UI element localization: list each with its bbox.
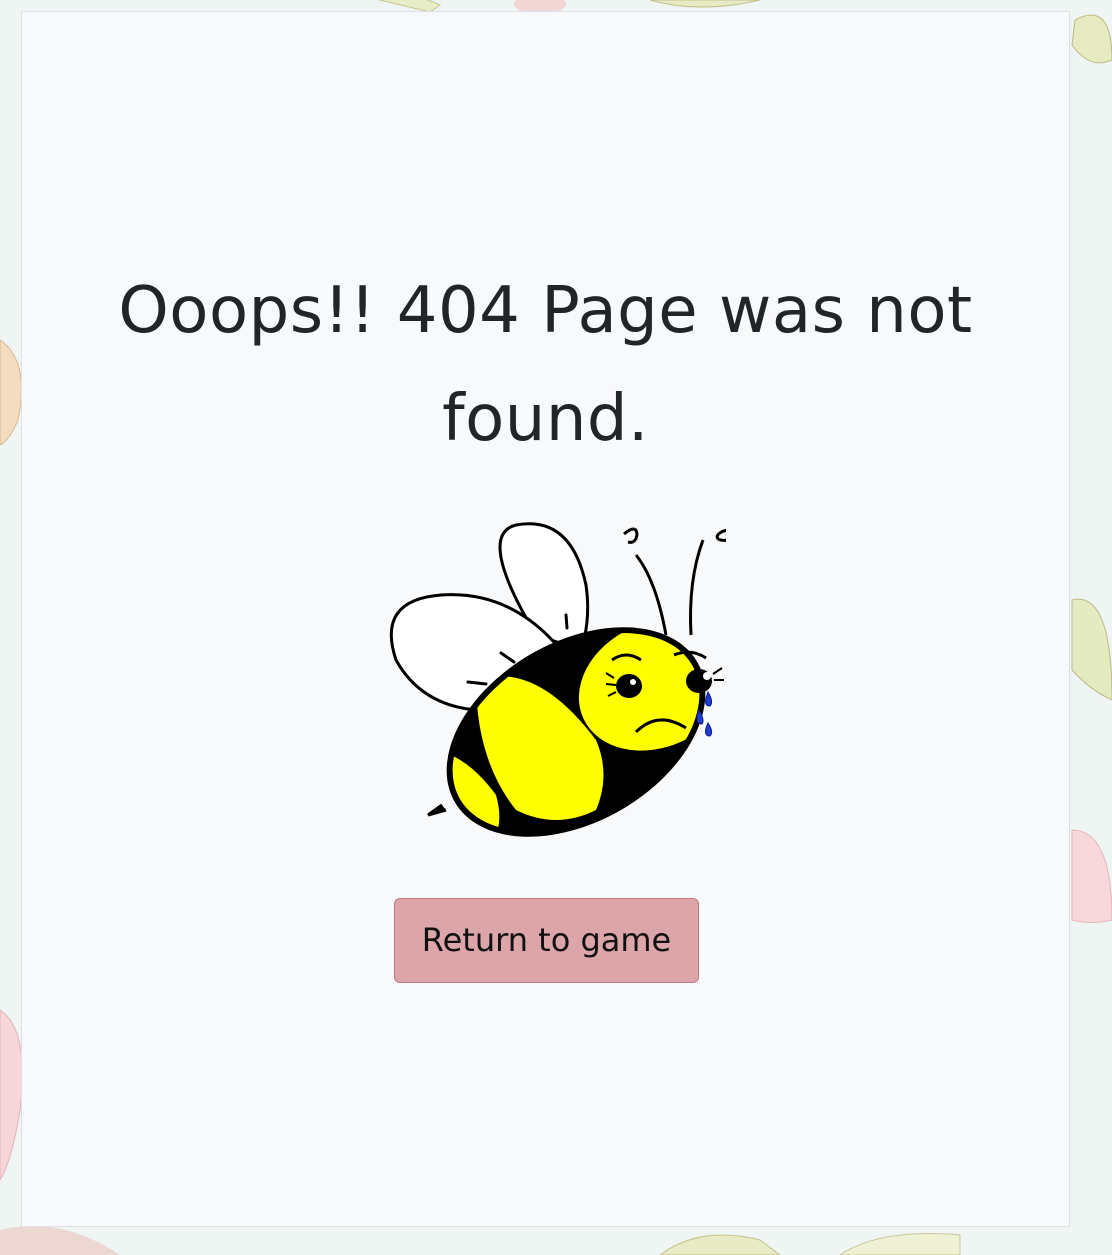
not-found-card: Ooops!! 404 Page was not found. Return t… bbox=[21, 11, 1070, 1227]
error-message: Ooops!! 404 Page was not found. bbox=[118, 274, 973, 456]
return-to-game-button[interactable]: Return to game bbox=[394, 898, 699, 983]
crying-bee-icon bbox=[389, 522, 726, 840]
